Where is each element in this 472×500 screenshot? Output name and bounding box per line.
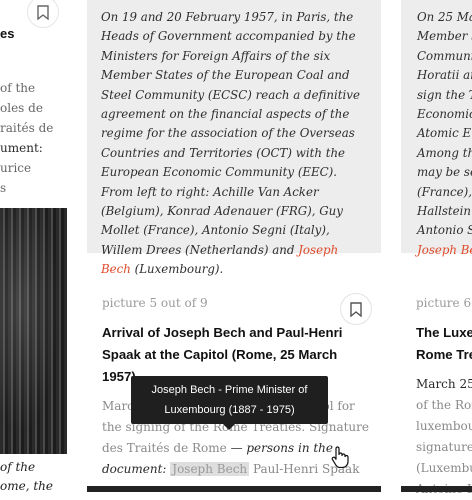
bookmark-icon xyxy=(37,4,49,20)
right-card-title[interactable]: The Luxe Rome Tre xyxy=(416,322,472,366)
hand-pointer-icon xyxy=(330,446,350,472)
left-card-photo[interactable] xyxy=(0,208,67,454)
next-picture-thumbnail[interactable] xyxy=(87,486,381,492)
right-picture-counter: picture 6 o xyxy=(416,296,472,310)
right-person-link[interactable]: Joseph Bec xyxy=(417,241,472,260)
right-card-description: On 25 Marc Member S Communit Horatii an … xyxy=(417,8,472,260)
bookmark-button[interactable] xyxy=(340,293,372,325)
left-card-title[interactable]: es xyxy=(0,24,14,44)
bookmark-icon xyxy=(350,301,362,317)
center-card-description: On 19 and 20 February 1957, in Paris, th… xyxy=(101,10,360,277)
right-card-body: March 25, of the Ron luxembou signature … xyxy=(416,377,472,496)
right-card-thumbnail[interactable] xyxy=(401,486,472,492)
left-card-caption: of the ome, the xyxy=(0,460,53,493)
left-card-text: of the oles de raités de ument: urice s xyxy=(0,81,54,195)
tooltip-arrow xyxy=(222,423,236,430)
picture-counter: picture 5 out of 9 xyxy=(102,296,208,310)
person-tag-joseph-bech[interactable]: Joseph Bech xyxy=(170,462,250,476)
person-tooltip: Joseph Bech - Prime Minister of Luxembou… xyxy=(131,376,328,424)
left-bookmark-button[interactable] xyxy=(27,0,59,28)
